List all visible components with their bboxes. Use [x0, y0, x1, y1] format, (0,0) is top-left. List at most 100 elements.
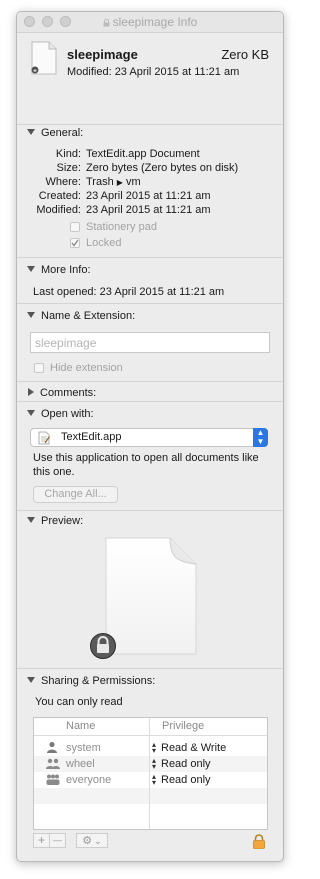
- open-with-app-name: TextEdit.app: [61, 431, 122, 443]
- created-value: 23 April 2015 at 11:21 am: [86, 190, 211, 202]
- where-row: Where: Trash ▶ vm: [17, 176, 283, 190]
- textedit-icon: [38, 431, 50, 445]
- preview-section-header[interactable]: Preview:: [27, 515, 83, 527]
- created-label: Created:: [38, 190, 81, 202]
- divider: [17, 257, 283, 258]
- disclosure-open-icon: [27, 129, 35, 135]
- column-header-name[interactable]: Name: [66, 718, 95, 735]
- disclosure-open-icon: [27, 517, 35, 523]
- disclosure-open-icon: [27, 266, 35, 272]
- stepper-icon[interactable]: ▴ ▾: [152, 741, 156, 755]
- disclosure-open-icon: [27, 677, 35, 683]
- table-row[interactable]: system ▴ ▾ Read & Write: [34, 740, 267, 756]
- where-value[interactable]: Trash ▶ vm: [86, 176, 141, 188]
- disclosure-closed-icon: [28, 388, 34, 396]
- path-arrow-icon: ▶: [116, 178, 123, 187]
- document-icon: [31, 41, 57, 75]
- modified-date: Modified: 23 April 2015 at 11:21 am: [67, 66, 240, 78]
- header-divider: [34, 735, 267, 736]
- name-extension-title: Name & Extension:: [41, 310, 136, 322]
- file-size: Zero KB: [221, 47, 269, 62]
- chevron-down-icon: ⌄: [94, 836, 102, 846]
- stationery-pad-checkbox[interactable]: [70, 222, 80, 232]
- group-icon: [46, 758, 60, 769]
- add-button[interactable]: +: [33, 833, 50, 848]
- popup-arrows-icon: ▲ ▼: [253, 428, 268, 447]
- kind-label: Kind:: [55, 148, 81, 160]
- divider: [17, 668, 283, 669]
- action-menu-button[interactable]: ⚙ ⌄: [76, 833, 108, 848]
- locked-badge-icon: [90, 633, 116, 659]
- divider: [17, 381, 283, 382]
- more-info-title: More Info:: [41, 264, 91, 276]
- sharing-note: You can only read: [35, 696, 123, 708]
- general-section-header[interactable]: General:: [27, 127, 83, 139]
- checkmark-icon: [71, 239, 79, 247]
- where-path-vm: vm: [126, 176, 141, 188]
- where-label: Where:: [45, 176, 81, 188]
- where-path-trash: Trash: [86, 176, 114, 188]
- everyone-icon: [46, 774, 60, 785]
- created-row: Created: 23 April 2015 at 11:21 am: [17, 190, 283, 204]
- padlock-icon[interactable]: [253, 834, 265, 849]
- size-value: Zero bytes (Zero bytes on disk): [86, 162, 239, 174]
- lock-icon: [103, 19, 110, 27]
- remove-button[interactable]: —: [49, 833, 66, 848]
- name-extension-section-header[interactable]: Name & Extension:: [27, 310, 135, 322]
- permissions-table: Name Privilege system ▴ ▾ Read & Write wh…: [33, 717, 268, 830]
- change-all-button[interactable]: Change All...: [33, 486, 118, 503]
- disclosure-open-icon: [27, 410, 35, 416]
- general-title: General:: [41, 127, 84, 139]
- privilege-value[interactable]: Read & Write: [161, 742, 226, 754]
- file-name: sleepimage: [67, 47, 138, 62]
- modified-value: 23 April 2015 at 11:21 am: [86, 204, 211, 216]
- size-row: Size: Zero bytes (Zero bytes on disk): [17, 162, 283, 176]
- table-row[interactable]: wheel ▴ ▾ Read only: [34, 756, 267, 772]
- sharing-section-header[interactable]: Sharing & Permissions:: [27, 675, 155, 687]
- comments-title: Comments:: [40, 387, 97, 399]
- open-with-popup[interactable]: TextEdit.app ▲ ▼: [30, 428, 268, 447]
- user-icon: [47, 741, 57, 753]
- general-details: Kind: TextEdit.app Document Size: Zero b…: [17, 148, 283, 228]
- comments-section-header[interactable]: Comments:: [27, 387, 96, 399]
- hide-extension-label: Hide extension: [50, 362, 123, 374]
- window-title-wrap: sleepimage Info: [17, 15, 283, 29]
- hide-extension-checkbox[interactable]: [34, 363, 44, 373]
- divider: [17, 401, 283, 402]
- locked-checkbox[interactable]: [70, 238, 80, 248]
- empty-row: [34, 788, 267, 804]
- disclosure-open-icon: [27, 312, 35, 318]
- info-window: sleepimage Info sleepimage Zero KB Modif…: [16, 11, 284, 862]
- locked-label: Locked: [86, 237, 122, 249]
- kind-row: Kind: TextEdit.app Document: [17, 148, 283, 162]
- empty-row: [34, 804, 267, 820]
- principal-name: system: [66, 742, 101, 754]
- gear-icon: ⚙: [82, 835, 93, 847]
- open-with-title: Open with:: [41, 408, 94, 420]
- stepper-icon[interactable]: ▴ ▾: [152, 757, 156, 771]
- more-info-section-header[interactable]: More Info:: [27, 264, 91, 276]
- file-name-field[interactable]: sleepimage: [30, 332, 270, 353]
- modified-row: Modified: 23 April 2015 at 11:21 am: [17, 204, 283, 218]
- divider: [17, 510, 283, 511]
- column-divider: [149, 718, 150, 829]
- title-bar[interactable]: sleepimage Info: [17, 12, 283, 33]
- column-header-privilege[interactable]: Privilege: [162, 718, 204, 735]
- size-label: Size:: [56, 162, 81, 174]
- principal-name: everyone: [66, 774, 112, 786]
- sharing-title: Sharing & Permissions:: [41, 675, 156, 687]
- modified-label: Modified:: [36, 204, 81, 216]
- privilege-value[interactable]: Read only: [161, 774, 211, 786]
- table-row[interactable]: everyone ▴ ▾ Read only: [34, 772, 267, 788]
- kind-value: TextEdit.app Document: [86, 148, 200, 160]
- preview-title: Preview:: [41, 515, 84, 527]
- open-with-section-header[interactable]: Open with:: [27, 408, 94, 420]
- divider: [17, 124, 283, 125]
- privilege-value[interactable]: Read only: [161, 758, 211, 770]
- stationery-pad-label: Stationery pad: [86, 221, 157, 233]
- stepper-icon[interactable]: ▴ ▾: [152, 773, 156, 787]
- preview-document-icon: [105, 537, 197, 655]
- window-title: sleepimage Info: [112, 15, 198, 29]
- info-header: sleepimage Zero KB Modified: 23 April 20…: [17, 33, 283, 125]
- open-with-description: Use this application to open all documen…: [33, 452, 259, 478]
